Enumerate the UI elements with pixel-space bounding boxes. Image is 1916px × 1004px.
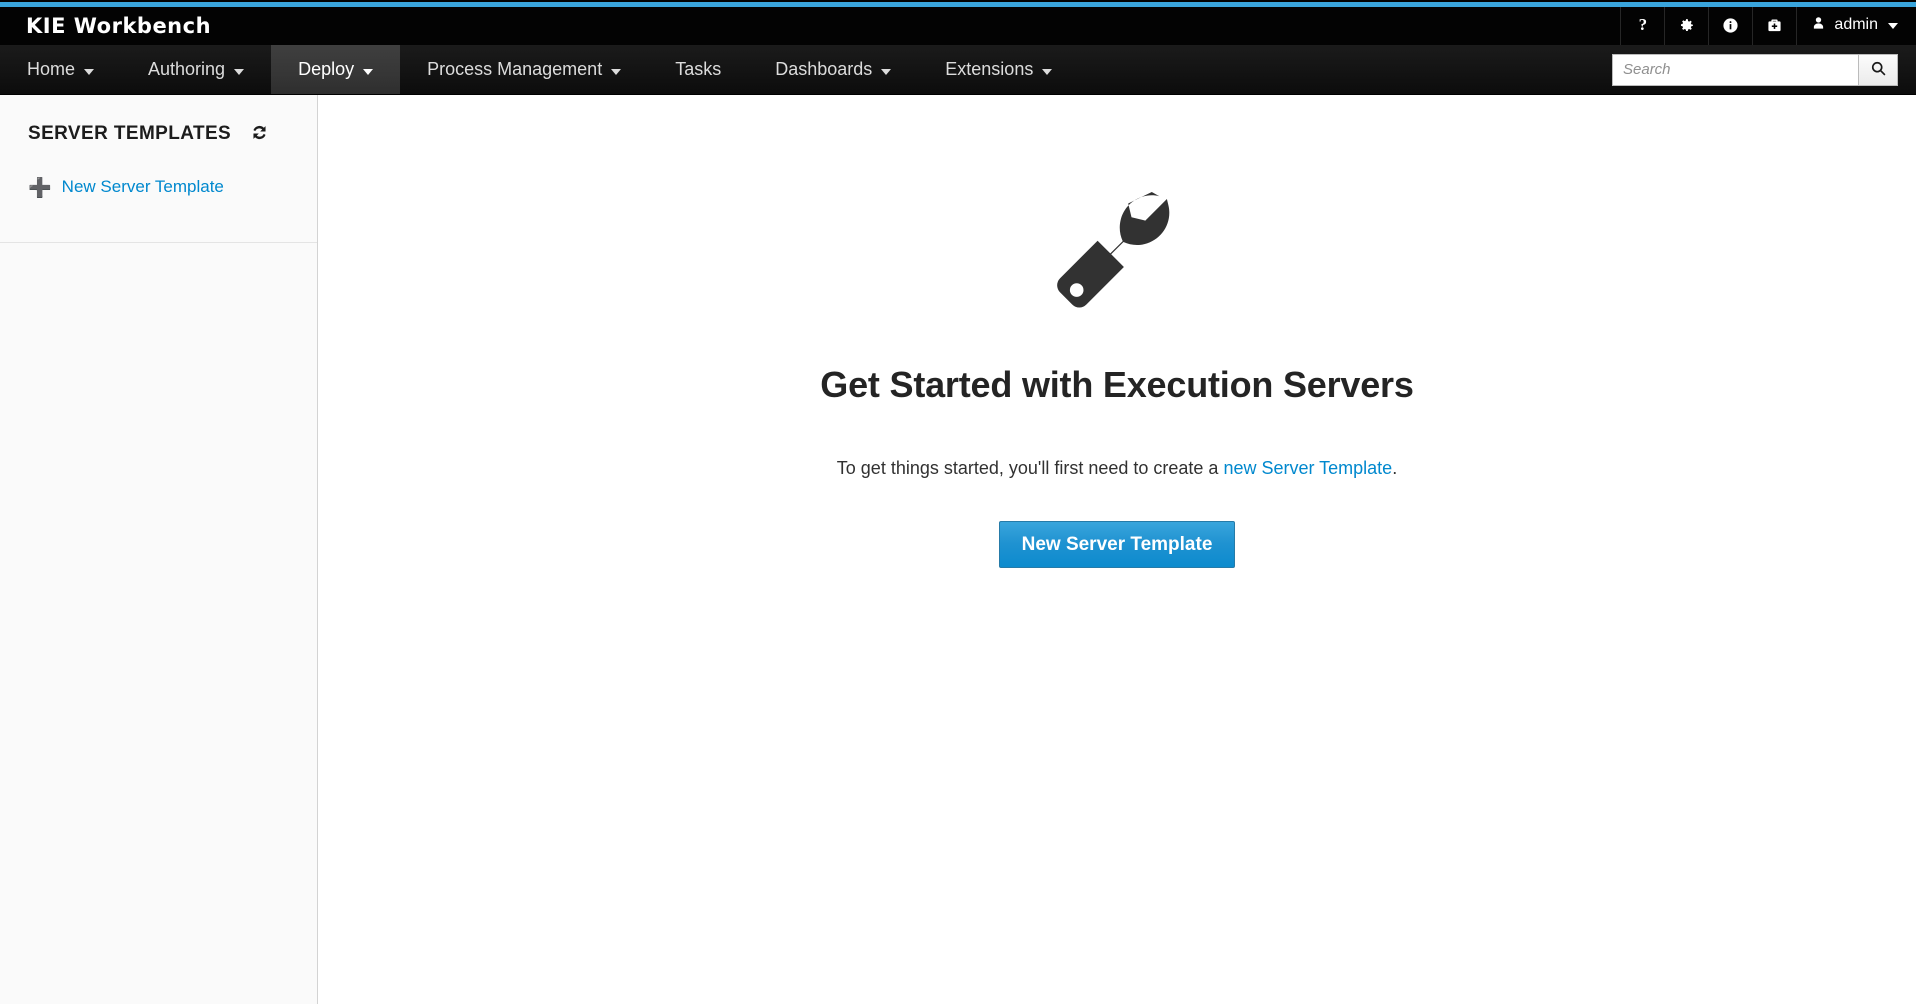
nav-item-dashboards[interactable]: Dashboards — [748, 45, 918, 94]
main-content: Get Started with Execution Servers To ge… — [318, 95, 1916, 1004]
plus-icon: ➕ — [28, 179, 52, 198]
search-icon — [1870, 60, 1887, 80]
top-accent-bar — [0, 2, 1916, 7]
chevron-down-icon — [234, 69, 244, 75]
body-row: SERVER TEMPLATES ➕ New Server Template — [0, 95, 1916, 1004]
server-templates-sidebar: SERVER TEMPLATES ➕ New Server Template — [0, 95, 318, 1004]
nav-item-process-management[interactable]: Process Management — [400, 45, 648, 94]
nav-item-extensions[interactable]: Extensions — [918, 45, 1079, 94]
refresh-button[interactable] — [249, 122, 270, 146]
primary-nav-items: Home Authoring Deploy Process Management… — [0, 45, 1079, 94]
blank-slate: Get Started with Execution Servers To ge… — [318, 191, 1916, 568]
kie-workbench-app: KIE Workbench ? — [0, 0, 1916, 1004]
user-name: admin — [1834, 16, 1878, 34]
search-area — [1612, 45, 1916, 94]
page-title: Get Started with Execution Servers — [318, 364, 1916, 406]
nav-item-label: Dashboards — [775, 59, 872, 80]
wrench-icon — [318, 191, 1916, 326]
chevron-down-icon — [84, 69, 94, 75]
sidebar-header: SERVER TEMPLATES ➕ New Server Template — [0, 95, 317, 243]
gear-icon — [1678, 17, 1695, 34]
sidebar-title: SERVER TEMPLATES — [28, 123, 231, 145]
help-button[interactable]: ? — [1620, 5, 1664, 45]
user-menu[interactable]: admin — [1796, 5, 1916, 45]
chevron-down-icon — [1888, 23, 1898, 29]
server-templates-list — [0, 243, 317, 1004]
nav-item-authoring[interactable]: Authoring — [121, 45, 271, 94]
nav-item-label: Process Management — [427, 59, 602, 80]
brand-title: KIE Workbench — [26, 14, 211, 38]
nav-item-label: Authoring — [148, 59, 225, 80]
nav-item-label: Deploy — [298, 59, 354, 80]
chevron-down-icon — [1042, 69, 1052, 75]
refresh-icon — [249, 122, 270, 146]
sidebar-title-row: SERVER TEMPLATES — [0, 122, 317, 146]
nav-item-label: Extensions — [945, 59, 1033, 80]
new-server-template-link-label: New Server Template — [62, 177, 224, 197]
chevron-down-icon — [611, 69, 621, 75]
blank-slate-description: To get things started, you'll first need… — [318, 458, 1916, 479]
search-group — [1612, 54, 1898, 86]
nav-item-label: Tasks — [675, 59, 721, 80]
nav-spacer — [1079, 45, 1612, 94]
description-text-before: To get things started, you'll first need… — [837, 458, 1224, 478]
first-aid-kit-icon — [1766, 17, 1783, 34]
help-icon: ? — [1639, 15, 1648, 35]
new-server-template-button[interactable]: New Server Template — [999, 521, 1236, 568]
primary-nav: Home Authoring Deploy Process Management… — [0, 45, 1916, 95]
info-icon — [1722, 17, 1739, 34]
new-server-template-inline-link[interactable]: new Server Template — [1223, 458, 1392, 478]
nav-item-label: Home — [27, 59, 75, 80]
user-icon — [1811, 15, 1826, 36]
new-server-template-link[interactable]: ➕ New Server Template — [0, 146, 317, 197]
description-text-after: . — [1392, 458, 1397, 478]
search-input[interactable] — [1612, 54, 1858, 86]
chevron-down-icon — [881, 69, 891, 75]
first-aid-kit-button[interactable] — [1752, 5, 1796, 45]
info-button[interactable] — [1708, 5, 1752, 45]
nav-item-home[interactable]: Home — [0, 45, 121, 94]
chevron-down-icon — [363, 69, 373, 75]
settings-button[interactable] — [1664, 5, 1708, 45]
nav-item-deploy[interactable]: Deploy — [271, 45, 400, 94]
nav-item-tasks[interactable]: Tasks — [648, 45, 748, 94]
search-button[interactable] — [1858, 54, 1898, 86]
